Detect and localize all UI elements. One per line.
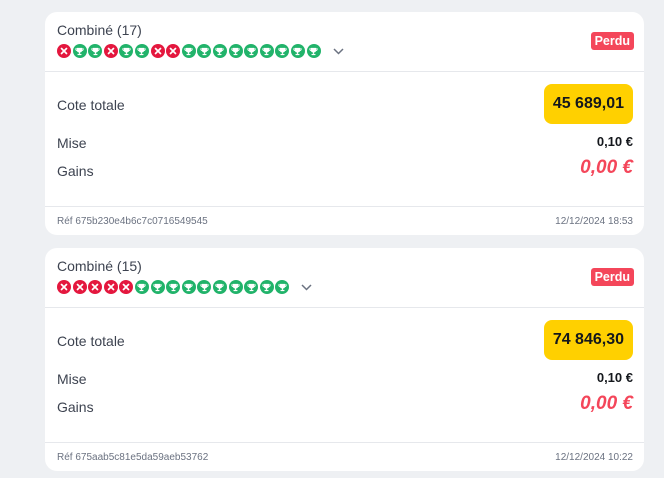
odds-label: Cote totale	[57, 97, 125, 113]
trophy-icon	[150, 280, 165, 294]
bet-card: Combiné (17) Perdu Cote totale 45 689,01…	[45, 12, 644, 235]
cross-icon	[119, 280, 134, 294]
trophy-icon	[275, 280, 290, 294]
cross-icon	[103, 44, 118, 58]
bet-details: Cote totale 74 846,30 Mise 0,10 € Gains …	[45, 308, 644, 443]
bet-footer: Réf 675aab5c81e5da59aeb53762 12/12/2024 …	[45, 443, 644, 471]
odds-label: Cote totale	[57, 333, 125, 349]
trophy-icon	[197, 280, 212, 294]
trophy-icon	[228, 280, 243, 294]
cross-icon	[57, 44, 71, 58]
bet-date: 12/12/2024 10:22	[555, 452, 633, 463]
trophy-icon	[244, 44, 259, 58]
cross-icon	[103, 280, 118, 294]
trophy-icon	[166, 280, 181, 294]
stake-label: Mise	[57, 135, 87, 151]
trophy-icon	[181, 280, 196, 294]
gain-label: Gains	[57, 399, 94, 415]
trophy-icon	[244, 280, 259, 294]
status-badge: Perdu	[590, 32, 634, 50]
status-badge: Perdu	[590, 268, 634, 286]
cross-icon	[88, 280, 103, 294]
bet-reference: Réf 675b230e4b6c7c0716549545	[57, 216, 208, 227]
trophy-icon	[88, 44, 103, 58]
trophy-icon	[181, 44, 196, 58]
odds-value: 74 846,30	[543, 320, 633, 360]
odds-value: 45 689,01	[543, 84, 633, 124]
cross-icon	[166, 44, 181, 58]
trophy-icon	[119, 44, 134, 58]
trophy-icon	[72, 44, 87, 58]
gain-value: 0,00 €	[580, 393, 633, 414]
trophy-icon	[259, 280, 274, 294]
gain-value: 0,00 €	[580, 157, 633, 178]
bet-title: Combiné (15)	[57, 258, 142, 274]
trophy-icon	[275, 44, 290, 58]
cross-icon	[150, 44, 165, 58]
trophy-icon	[197, 44, 212, 58]
bet-footer: Réf 675b230e4b6c7c0716549545 12/12/2024 …	[45, 207, 644, 235]
bet-card-header: Combiné (17) Perdu	[45, 12, 644, 72]
stake-label: Mise	[57, 371, 87, 387]
chevron-down-icon[interactable]	[300, 280, 314, 294]
cross-icon	[57, 280, 71, 294]
bet-date: 12/12/2024 18:53	[555, 216, 633, 227]
trophy-icon	[134, 44, 149, 58]
bet-card-header: Combiné (15) Perdu	[45, 248, 644, 308]
bet-title: Combiné (17)	[57, 22, 142, 38]
bet-details: Cote totale 45 689,01 Mise 0,10 € Gains …	[45, 72, 644, 207]
trophy-icon	[259, 44, 274, 58]
trophy-icon	[306, 44, 321, 58]
trophy-icon	[290, 44, 305, 58]
trophy-icon	[134, 280, 149, 294]
trophy-icon	[212, 280, 227, 294]
stake-value: 0,10 €	[596, 370, 633, 385]
bet-legs[interactable]	[57, 44, 345, 58]
bet-reference: Réf 675aab5c81e5da59aeb53762	[57, 452, 209, 463]
chevron-down-icon[interactable]	[331, 44, 345, 58]
trophy-icon	[212, 44, 227, 58]
cross-icon	[72, 280, 87, 294]
stake-value: 0,10 €	[596, 134, 633, 149]
bet-legs[interactable]	[57, 280, 314, 294]
trophy-icon	[228, 44, 243, 58]
bet-card: Combiné (15) Perdu Cote totale 74 846,30…	[45, 248, 644, 471]
gain-label: Gains	[57, 163, 94, 179]
